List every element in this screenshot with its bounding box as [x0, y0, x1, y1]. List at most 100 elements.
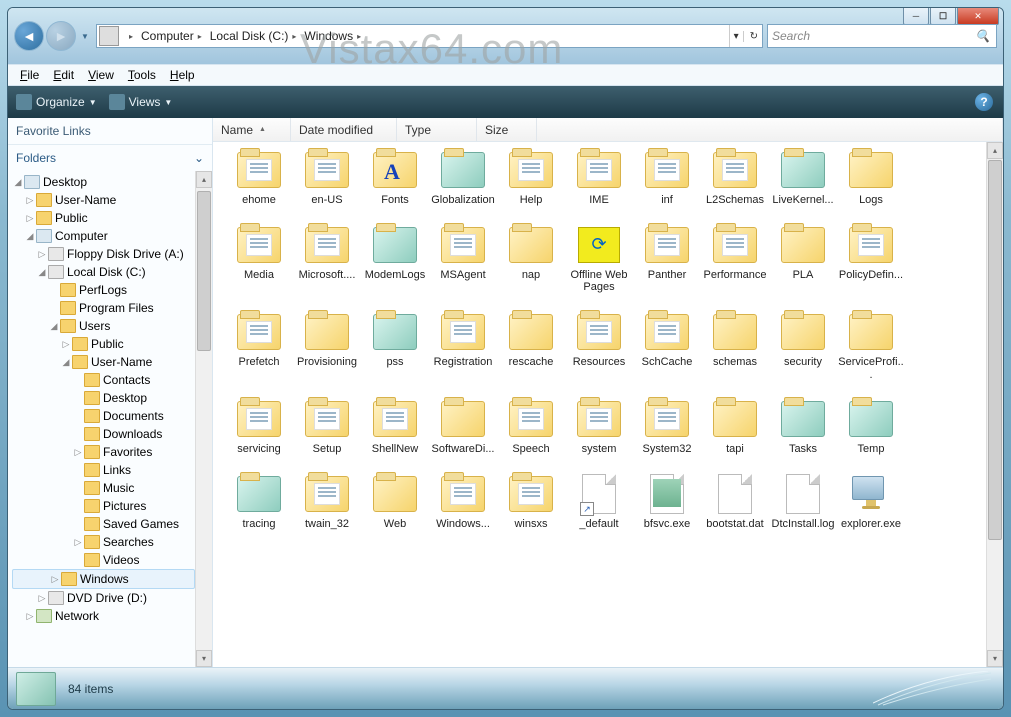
- tree-node[interactable]: Music: [12, 479, 195, 497]
- file-item[interactable]: ↗_default: [565, 474, 633, 531]
- crumb-windows[interactable]: Windows▸: [300, 25, 365, 47]
- file-item[interactable]: twain_32: [293, 474, 361, 531]
- col-size[interactable]: Size: [477, 118, 537, 141]
- menu-help[interactable]: Help: [164, 67, 201, 83]
- col-type[interactable]: Type: [397, 118, 477, 141]
- file-item[interactable]: Temp: [837, 399, 905, 456]
- file-item[interactable]: LiveKernel...: [769, 150, 837, 207]
- tree-scrollbar[interactable]: ▴ ▾: [195, 171, 212, 667]
- help-button[interactable]: ?: [975, 93, 993, 111]
- file-item[interactable]: system: [565, 399, 633, 456]
- scroll-down-button[interactable]: ▾: [987, 650, 1003, 667]
- menu-view[interactable]: View: [82, 67, 120, 83]
- tree-node[interactable]: Downloads: [12, 425, 195, 443]
- file-item[interactable]: DtcInstall.log: [769, 474, 837, 531]
- file-item[interactable]: ehome: [225, 150, 293, 207]
- maximize-button[interactable]: ☐: [930, 7, 956, 25]
- file-item[interactable]: tapi: [701, 399, 769, 456]
- folder-tree[interactable]: ◢Desktop▷User-Name▷Public◢Computer▷Flopp…: [8, 171, 195, 667]
- file-item[interactable]: rescache: [497, 312, 565, 381]
- tree-node[interactable]: ◢Desktop: [12, 173, 195, 191]
- tree-node[interactable]: ▷Floppy Disk Drive (A:): [12, 245, 195, 263]
- crumb-localdisk[interactable]: Local Disk (C:)▸: [206, 25, 301, 47]
- col-date-modified[interactable]: Date modified: [291, 118, 397, 141]
- file-item[interactable]: tracing: [225, 474, 293, 531]
- file-item[interactable]: L2Schemas: [701, 150, 769, 207]
- file-item[interactable]: Registration: [429, 312, 497, 381]
- items-scrollbar[interactable]: ▴ ▾: [986, 142, 1003, 667]
- file-item[interactable]: Tasks: [769, 399, 837, 456]
- tree-node[interactable]: Saved Games: [12, 515, 195, 533]
- file-item[interactable]: ServiceProfi...: [837, 312, 905, 381]
- tree-node[interactable]: PerfLogs: [12, 281, 195, 299]
- col-name[interactable]: Name▲: [213, 118, 291, 141]
- file-item[interactable]: ModemLogs: [361, 225, 429, 294]
- tree-node[interactable]: ◢Computer: [12, 227, 195, 245]
- file-item[interactable]: Resources: [565, 312, 633, 381]
- organize-button[interactable]: Organize▼: [16, 94, 97, 110]
- search-input[interactable]: Search 🔍: [767, 24, 997, 48]
- scroll-up-button[interactable]: ▴: [987, 142, 1003, 159]
- tree-node[interactable]: Links: [12, 461, 195, 479]
- tree-node[interactable]: Documents: [12, 407, 195, 425]
- file-item[interactable]: Setup: [293, 399, 361, 456]
- file-item[interactable]: Panther: [633, 225, 701, 294]
- file-item[interactable]: SchCache: [633, 312, 701, 381]
- tree-node[interactable]: ▷Network: [12, 607, 195, 625]
- tree-node[interactable]: Pictures: [12, 497, 195, 515]
- file-item[interactable]: IME: [565, 150, 633, 207]
- chevron-down-icon[interactable]: ⌄: [194, 151, 204, 165]
- file-item[interactable]: Speech: [497, 399, 565, 456]
- file-item[interactable]: Logs: [837, 150, 905, 207]
- refresh-button[interactable]: ↻: [743, 31, 758, 42]
- tree-node[interactable]: Contacts: [12, 371, 195, 389]
- crumb-root[interactable]: ▸: [121, 25, 137, 47]
- file-item[interactable]: bfsvc.exe: [633, 474, 701, 531]
- menu-tools[interactable]: Tools: [122, 67, 162, 83]
- views-button[interactable]: Views▼: [109, 94, 173, 110]
- back-button[interactable]: ◄: [14, 21, 44, 51]
- tree-node[interactable]: ◢Local Disk (C:): [12, 263, 195, 281]
- file-item[interactable]: Globalization: [429, 150, 497, 207]
- file-item[interactable]: Help: [497, 150, 565, 207]
- file-item[interactable]: ShellNew: [361, 399, 429, 456]
- file-item[interactable]: PLA: [769, 225, 837, 294]
- scroll-up-button[interactable]: ▴: [196, 171, 212, 188]
- file-item[interactable]: MSAgent: [429, 225, 497, 294]
- tree-node[interactable]: Desktop: [12, 389, 195, 407]
- close-button[interactable]: ✕: [957, 7, 999, 25]
- tree-node[interactable]: ▷Windows: [12, 569, 195, 589]
- scroll-thumb[interactable]: [197, 191, 211, 351]
- file-item[interactable]: ⟳Offline Web Pages: [565, 225, 633, 294]
- scroll-down-button[interactable]: ▾: [196, 650, 212, 667]
- tree-node[interactable]: ▷DVD Drive (D:): [12, 589, 195, 607]
- file-item[interactable]: Provisioning: [293, 312, 361, 381]
- tree-node[interactable]: ◢Users: [12, 317, 195, 335]
- file-item[interactable]: inf: [633, 150, 701, 207]
- tree-node[interactable]: ◢User-Name: [12, 353, 195, 371]
- file-item[interactable]: Media: [225, 225, 293, 294]
- menu-edit[interactable]: Edit: [47, 67, 80, 83]
- file-item[interactable]: Microsoft....: [293, 225, 361, 294]
- history-dropdown[interactable]: ▼: [78, 21, 92, 51]
- minimize-button[interactable]: ─: [903, 7, 929, 25]
- scroll-thumb[interactable]: [988, 160, 1002, 540]
- file-item[interactable]: Web: [361, 474, 429, 531]
- address-dropdown[interactable]: ▾: [734, 31, 739, 42]
- file-item[interactable]: en-US: [293, 150, 361, 207]
- items-view[interactable]: ehomeen-USAFontsGlobalizationHelpIMEinfL…: [213, 142, 986, 667]
- file-item[interactable]: nap: [497, 225, 565, 294]
- file-item[interactable]: pss: [361, 312, 429, 381]
- tree-node[interactable]: ▷Searches: [12, 533, 195, 551]
- menu-file[interactable]: File: [14, 67, 45, 83]
- file-item[interactable]: winsxs: [497, 474, 565, 531]
- favorite-links-header[interactable]: Favorite Links: [8, 118, 212, 144]
- file-item[interactable]: security: [769, 312, 837, 381]
- tree-node[interactable]: ▷User-Name: [12, 191, 195, 209]
- forward-button[interactable]: ►: [46, 21, 76, 51]
- folders-header[interactable]: Folders⌄: [8, 145, 212, 171]
- file-item[interactable]: AFonts: [361, 150, 429, 207]
- file-item[interactable]: bootstat.dat: [701, 474, 769, 531]
- tree-node[interactable]: ▷Favorites: [12, 443, 195, 461]
- file-item[interactable]: Windows...: [429, 474, 497, 531]
